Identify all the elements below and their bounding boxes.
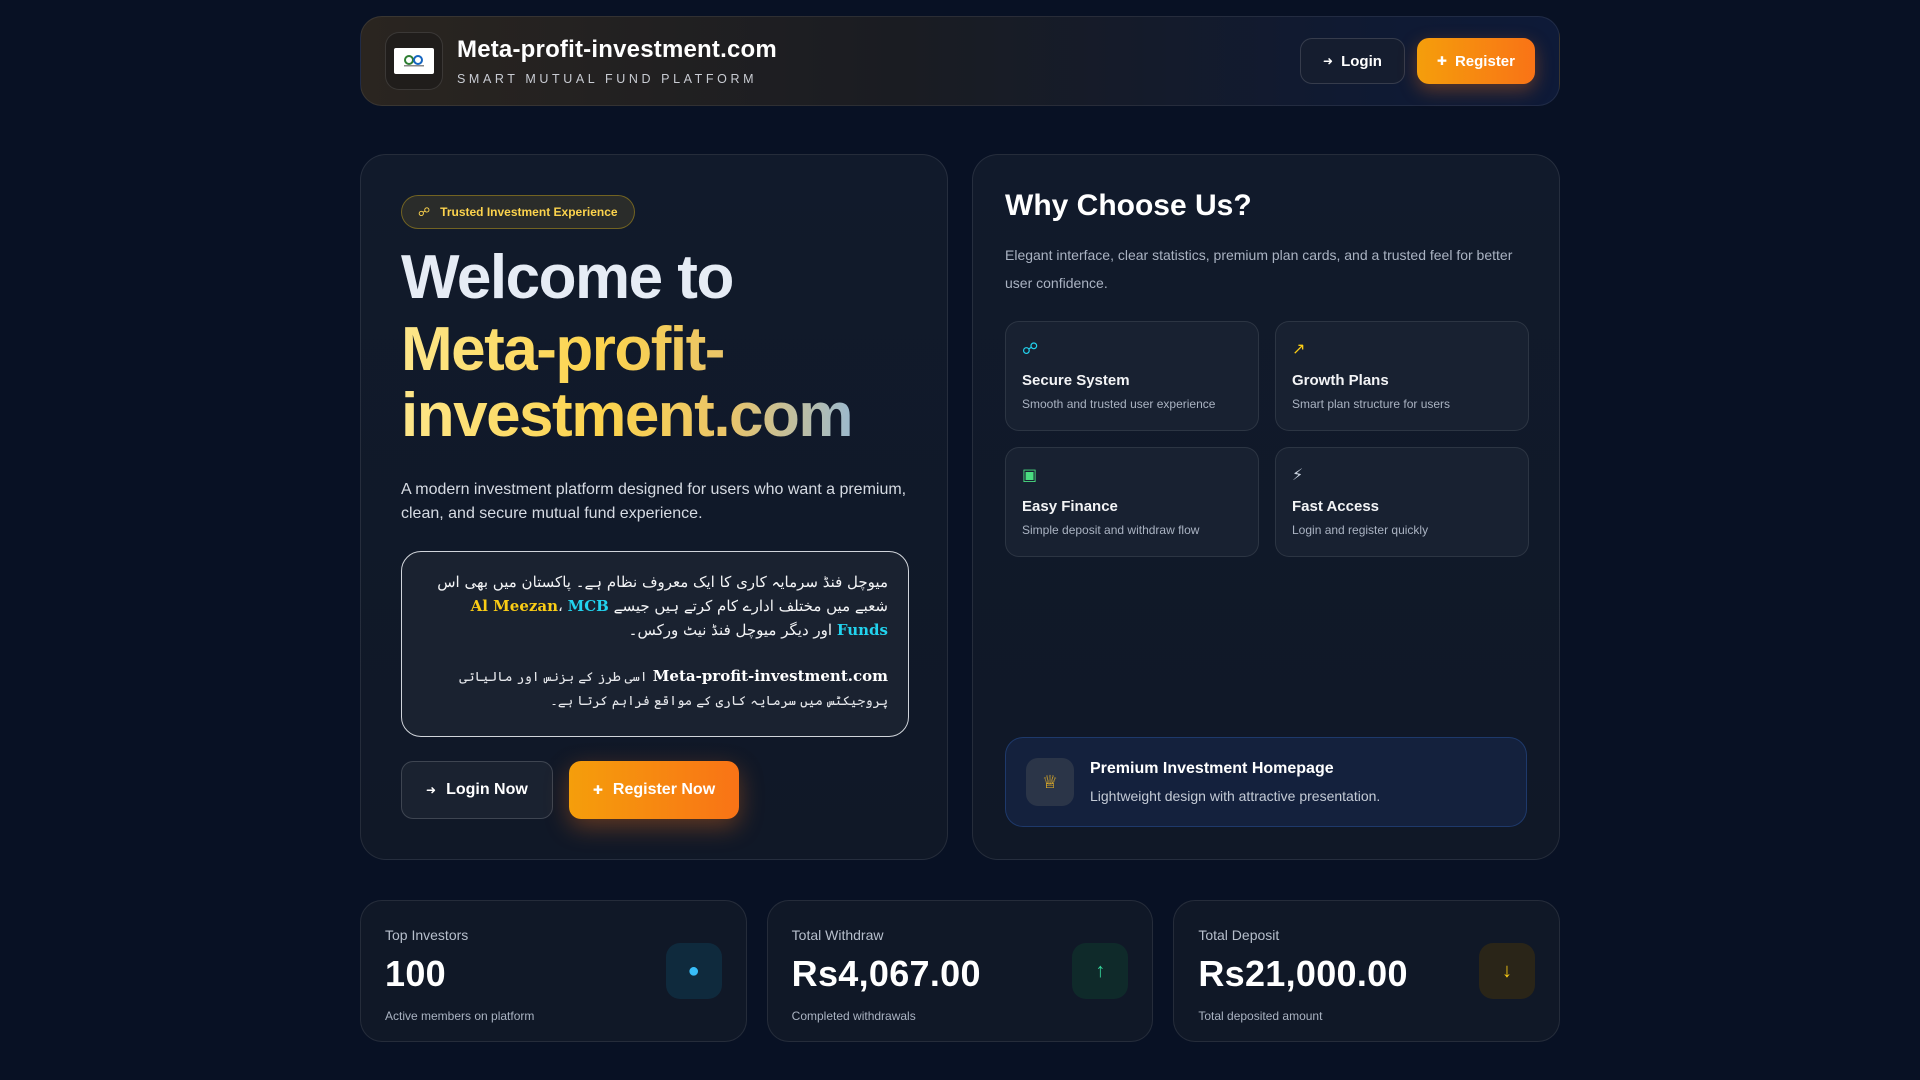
why-choose-us-card: Why Choose Us? Elegant interface, clear … (972, 154, 1560, 860)
trust-badge: ☍ Trusted Investment Experience (401, 195, 635, 229)
logo-image (394, 48, 434, 74)
feature-card-access: ⚡ Fast Access Login and register quickly (1275, 447, 1529, 557)
premium-promo-banner: ♕ Premium Investment Homepage Lightweigh… (1005, 737, 1527, 827)
sign-in-icon: ➜ (426, 783, 437, 798)
shield-icon: ☍ (1022, 341, 1039, 358)
hero-card: ☍ Trusted Investment Experience Welcome … (360, 154, 948, 860)
hero-heading: Welcome to Meta-profit-investment.com (401, 247, 907, 450)
feature-card-secure: ☍ Secure System Smooth and trusted user … (1005, 321, 1259, 431)
stat-card-investors: Top Investors 100 Active members on plat… (360, 900, 747, 1042)
sign-in-icon: ➜ (1323, 54, 1334, 68)
login-now-button[interactable]: ➜ Login Now (401, 761, 553, 820)
site-logo[interactable] (385, 32, 443, 90)
why-title: Why Choose Us? (1005, 189, 1252, 222)
crown-icon: ♕ (1026, 758, 1074, 806)
money-in-icon: ↓ (1479, 943, 1536, 999)
site-header: Meta-profit-investment.com SMART MUTUAL … (360, 16, 1560, 106)
urdu-info-box: میوچل فنڈ سرمایہ کاری کا ایک معروف نظام … (401, 551, 909, 738)
hero-description: A modern investment platform designed fo… (401, 480, 907, 523)
stat-card-withdraw: Total Withdraw Rs4,067.00 Completed with… (766, 900, 1154, 1042)
why-description: Elegant interface, clear statistics, pre… (1005, 247, 1513, 291)
stat-card-deposit: Total Deposit Rs21,000.00 Total deposite… (1173, 900, 1561, 1042)
user-plus-icon: ✚ (1436, 54, 1447, 68)
users-icon: ● (665, 943, 722, 999)
user-plus-icon: ✚ (592, 783, 603, 798)
urdu-paragraph-2: Meta-profit-investment.com اسی طرز کے بز… (459, 667, 888, 710)
header-login-button[interactable]: ➜ Login (1300, 38, 1405, 84)
money-out-icon: ↑ (1072, 943, 1129, 999)
feature-card-growth: ↗ Growth Plans Smart plan structure for … (1275, 321, 1529, 431)
bolt-icon: ⚡ (1292, 467, 1304, 484)
site-title: Meta-profit-investment.com (457, 36, 777, 63)
wallet-icon: ▣ (1022, 467, 1038, 484)
header-register-button[interactable]: ✚ Register (1416, 38, 1535, 84)
stats-row: Top Investors 100 Active members on plat… (360, 900, 1561, 1042)
feature-grid: ☍ Secure System Smooth and trusted user … (1005, 321, 1529, 557)
chart-line-icon: ↗ (1292, 341, 1306, 358)
site-tagline: SMART MUTUAL FUND PLATFORM (457, 72, 758, 86)
urdu-paragraph-1: میوچل فنڈ سرمایہ کاری کا ایک معروف نظام … (437, 573, 888, 640)
feature-card-finance: ▣ Easy Finance Simple deposit and withdr… (1005, 447, 1259, 557)
shield-icon: ☍ (418, 205, 431, 219)
register-now-button[interactable]: ✚ Register Now (568, 761, 740, 820)
